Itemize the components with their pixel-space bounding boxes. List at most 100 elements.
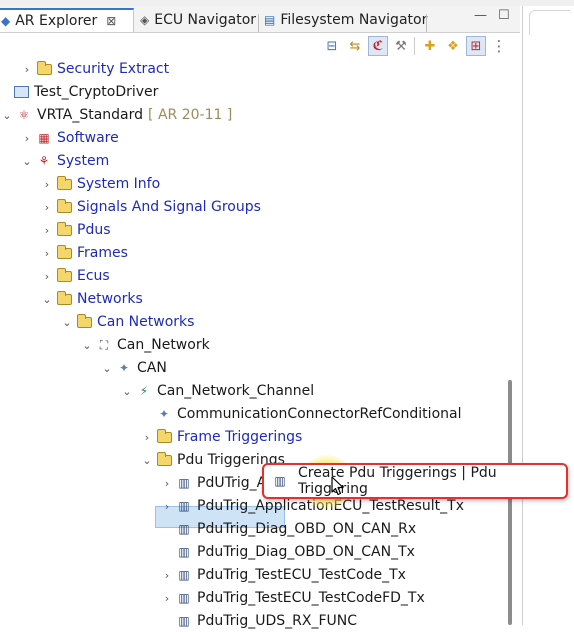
expand-chevron-icon[interactable]: ›	[20, 63, 34, 76]
tree-item-pdutrig-diag-rx[interactable]: ▥ PduTrig_Diag_OBD_ON_CAN_Rx	[160, 518, 416, 540]
collapse-chevron-icon[interactable]: ⌄	[40, 293, 54, 306]
view-tab-bar: ◆ AR Explorer ⊠ ◈ ECU Navigator ▤ Filesy…	[0, 6, 520, 33]
tree-item-test-cryptodriver[interactable]: Test_CryptoDriver	[2, 81, 158, 103]
tree-item-can-networks[interactable]: ⌄ Can Networks	[60, 311, 194, 333]
tree-item-vrta-standard[interactable]: ⌄ ⚛ VRTA_Standard [ AR 20-11 ]	[0, 104, 232, 126]
tree-item-signals[interactable]: › Signals And Signal Groups	[40, 196, 261, 218]
expand-chevron-icon[interactable]: ›	[40, 247, 54, 260]
tree-item-frames[interactable]: › Frames	[40, 242, 128, 264]
filter-icon[interactable]: ℭ	[368, 36, 388, 56]
project-icon	[14, 86, 29, 98]
tree-item-label: Software	[57, 130, 119, 146]
filesystem-navigator-icon: ▤	[264, 13, 276, 27]
tree-item-pdus[interactable]: › Pdus	[40, 219, 111, 241]
tree-item-can[interactable]: ⌄ ✦ CAN	[100, 357, 167, 379]
collapse-chevron-icon[interactable]: ⌄	[120, 385, 134, 398]
folder-icon	[56, 290, 72, 307]
tab-ecu-navigator[interactable]: ◈ ECU Navigator	[134, 8, 258, 32]
expand-chevron-icon[interactable]: ›	[40, 178, 54, 191]
tree-item-label: PduTrig_TestECU_TestCode_Tx	[197, 567, 406, 583]
maximize-button[interactable]: ☐	[498, 8, 510, 23]
tree-item-pdutrig-a[interactable]: › ▥ PdUTrig_A	[160, 472, 266, 494]
tree-item-label: Can_Network	[117, 337, 210, 353]
expand-chevron-icon[interactable]: ›	[160, 477, 174, 490]
tree-item-pdutrig-testcode[interactable]: › ▥ PduTrig_TestECU_TestCode_Tx	[160, 564, 406, 586]
tab-filesystem-navigator[interactable]: ▤ Filesystem Navigator	[258, 8, 428, 32]
pdu-triggering-icon: ▥	[178, 568, 190, 582]
tree-item-can-network[interactable]: ⌄ ⛶ Can_Network	[80, 334, 210, 356]
collapse-chevron-icon[interactable]: ⌄	[80, 339, 94, 352]
expand-chevron-icon[interactable]: ›	[160, 500, 174, 513]
tree-item-label: Signals And Signal Groups	[77, 199, 261, 215]
view-toolbar: ⊟ ⇆ ℭ ⚒ ✚ ❖ ⊞ ⋮	[322, 34, 520, 58]
tree-item-label: Security Extract	[57, 61, 170, 77]
folder-icon	[36, 60, 52, 77]
tree-item-frame-triggerings[interactable]: › Frame Triggerings	[140, 426, 302, 448]
tab-ar-explorer[interactable]: ◆ AR Explorer ⊠	[0, 8, 134, 32]
tree-vertical-scrollbar[interactable]	[508, 380, 512, 625]
tree-item-can-network-channel[interactable]: ⌄ ⚡ Can_Network_Channel	[120, 380, 314, 402]
ecu-navigator-icon: ◈	[140, 13, 150, 27]
tree-item-label: Test_CryptoDriver	[34, 84, 159, 100]
collapse-all-icon[interactable]: ⊟	[322, 36, 342, 56]
tab-separator	[426, 14, 427, 32]
expand-chevron-icon[interactable]: ›	[160, 569, 174, 582]
tree-item-security-extract[interactable]: › Security Extract	[20, 58, 169, 80]
add-element-icon[interactable]: ✚	[420, 36, 440, 56]
tree-item-label: PdUTrig_A	[197, 475, 267, 491]
grid-view-icon[interactable]: ⊞	[466, 36, 486, 56]
collapse-chevron-icon[interactable]: ⌄	[0, 109, 14, 122]
software-icon: ▦	[38, 131, 50, 145]
tree-item-system[interactable]: ⌄ ⚘ System	[20, 150, 109, 172]
expand-chevron-icon[interactable]: ›	[40, 224, 54, 237]
ar-version-label: [ AR 20-11 ]	[148, 107, 233, 123]
collapse-chevron-icon[interactable]: ⌄	[140, 454, 154, 467]
minimize-button[interactable]: —	[474, 8, 487, 23]
pdu-triggering-icon: ▥	[178, 545, 190, 559]
link-with-editor-icon[interactable]: ⇆	[345, 36, 365, 56]
tree-item-label: Networks	[77, 291, 143, 307]
tree-item-communication-connector[interactable]: ✦ CommunicationConnectorRefConditional	[140, 403, 462, 425]
tools-icon[interactable]: ⚒	[391, 36, 411, 56]
folder-icon	[56, 267, 72, 284]
tree-item-label: PduTrig_Diag_OBD_ON_CAN_Tx	[197, 544, 415, 560]
tree-item-software[interactable]: › ▦ Software	[20, 127, 119, 149]
collapse-chevron-icon[interactable]: ⌄	[60, 316, 74, 329]
tree-item-ecus[interactable]: › Ecus	[40, 265, 110, 287]
collapse-chevron-icon[interactable]: ⌄	[20, 155, 34, 168]
tree-item-label: CAN	[137, 360, 167, 376]
expand-chevron-icon[interactable]: ›	[20, 132, 34, 145]
tree-item-label: Frame Triggerings	[177, 429, 303, 445]
tree-item-system-info[interactable]: › System Info	[40, 173, 160, 195]
expand-chevron-icon[interactable]: ›	[140, 431, 154, 444]
toolbar-separator	[414, 37, 417, 55]
view-menu-icon[interactable]: ⋮	[489, 36, 509, 56]
ar-project-icon: ⚛	[18, 108, 30, 122]
element-icon: ✦	[158, 407, 170, 421]
ar-explorer-icon: ◆	[1, 14, 11, 28]
expand-chevron-icon[interactable]: ›	[40, 201, 54, 214]
tree-item-pdutrig-diag-tx[interactable]: ▥ PduTrig_Diag_OBD_ON_CAN_Tx	[160, 541, 415, 563]
add-package-icon[interactable]: ❖	[443, 36, 463, 56]
pdu-triggering-icon: ▥	[274, 474, 286, 488]
tree-item-label: VRTA_Standard	[37, 107, 144, 123]
close-tab-icon[interactable]: ⊠	[106, 14, 116, 28]
tree-item-label: PduTrig_TestECU_TestCodeFD_Tx	[197, 590, 425, 606]
expand-chevron-icon[interactable]: ›	[40, 270, 54, 283]
pdu-triggering-icon: ▥	[178, 614, 190, 628]
tree-item-pdutrig-uds-rx-func[interactable]: ▥ PduTrig_UDS_RX_FUNC	[160, 610, 357, 632]
expand-chevron-icon[interactable]: ›	[160, 592, 174, 605]
tree-item-label: PduTrig_UDS_RX_FUNC	[197, 613, 358, 629]
tree-item-networks[interactable]: ⌄ Networks	[40, 288, 143, 310]
element-icon: ✦	[118, 361, 130, 375]
collapse-chevron-icon[interactable]: ⌄	[100, 362, 114, 375]
tab-label: AR Explorer	[15, 13, 98, 29]
tree-item-label: Can Networks	[97, 314, 195, 330]
tree-item-label: System Info	[77, 176, 161, 192]
tab-label: Filesystem Navigator	[280, 12, 428, 28]
folder-icon	[56, 221, 72, 238]
folder-icon	[156, 451, 172, 468]
create-pdu-triggering-menu-item[interactable]: ▥ Create Pdu Triggerings | Pdu Triggerin…	[262, 463, 568, 499]
tree-item-pdutrig-testcodefd[interactable]: › ▥ PduTrig_TestECU_TestCodeFD_Tx	[160, 587, 425, 609]
tree-item-label: PduTrig_Diag_OBD_ON_CAN_Rx	[197, 521, 417, 537]
